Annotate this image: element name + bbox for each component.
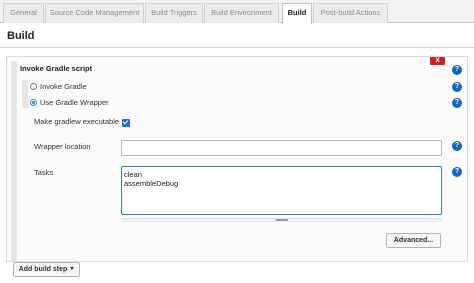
tab-post-build-actions[interactable]: Post-build Actions [313, 3, 388, 23]
add-build-step-label: Add build step [18, 266, 68, 273]
radio-button-icon[interactable] [30, 83, 37, 90]
wrapper-location-label: Wrapper location [34, 142, 91, 151]
advanced-button[interactable]: Advanced... [386, 233, 441, 248]
tab-bar: General Source Code Management Build Tri… [0, 0, 474, 24]
options-group-bar [22, 80, 28, 108]
section-title: Build [7, 30, 35, 42]
help-icon[interactable]: ? [452, 141, 462, 151]
make-executable-label: Make gradlew executable [34, 117, 120, 126]
help-icon[interactable]: ? [452, 65, 462, 75]
add-build-step-button[interactable]: Add build step [13, 262, 80, 277]
radio-label: Invoke Gradle [40, 82, 87, 91]
tab-build-triggers[interactable]: Build Triggers [145, 3, 203, 23]
resize-grip-icon [276, 219, 288, 221]
make-executable-checkbox[interactable] [122, 119, 130, 127]
tab-source-code-management[interactable]: Source Code Management [45, 3, 144, 23]
tab-general[interactable]: General [3, 3, 44, 23]
tasks-label: Tasks [34, 168, 54, 177]
help-icon[interactable]: ? [452, 167, 462, 177]
wrapper-location-input[interactable] [121, 140, 442, 156]
help-icon[interactable]: ? [452, 82, 462, 92]
chevron-down-icon [70, 267, 75, 270]
build-step-title: Invoke Gradle script [20, 64, 93, 73]
help-icon[interactable]: ? [452, 98, 462, 108]
radio-use-gradle-wrapper[interactable]: Use Gradle Wrapper [30, 97, 109, 108]
tasks-textarea[interactable]: clean assembleDebug [121, 166, 442, 215]
tab-build-environment[interactable]: Build Environment [204, 3, 279, 23]
radio-label: Use Gradle Wrapper [40, 98, 109, 107]
radio-invoke-gradle[interactable]: Invoke Gradle [30, 81, 87, 92]
section-divider [0, 47, 474, 48]
drag-handle[interactable] [11, 61, 17, 261]
radio-button-selected-icon[interactable] [30, 99, 37, 106]
delete-step-button[interactable]: X [430, 57, 445, 65]
tab-build[interactable]: Build [282, 3, 312, 24]
